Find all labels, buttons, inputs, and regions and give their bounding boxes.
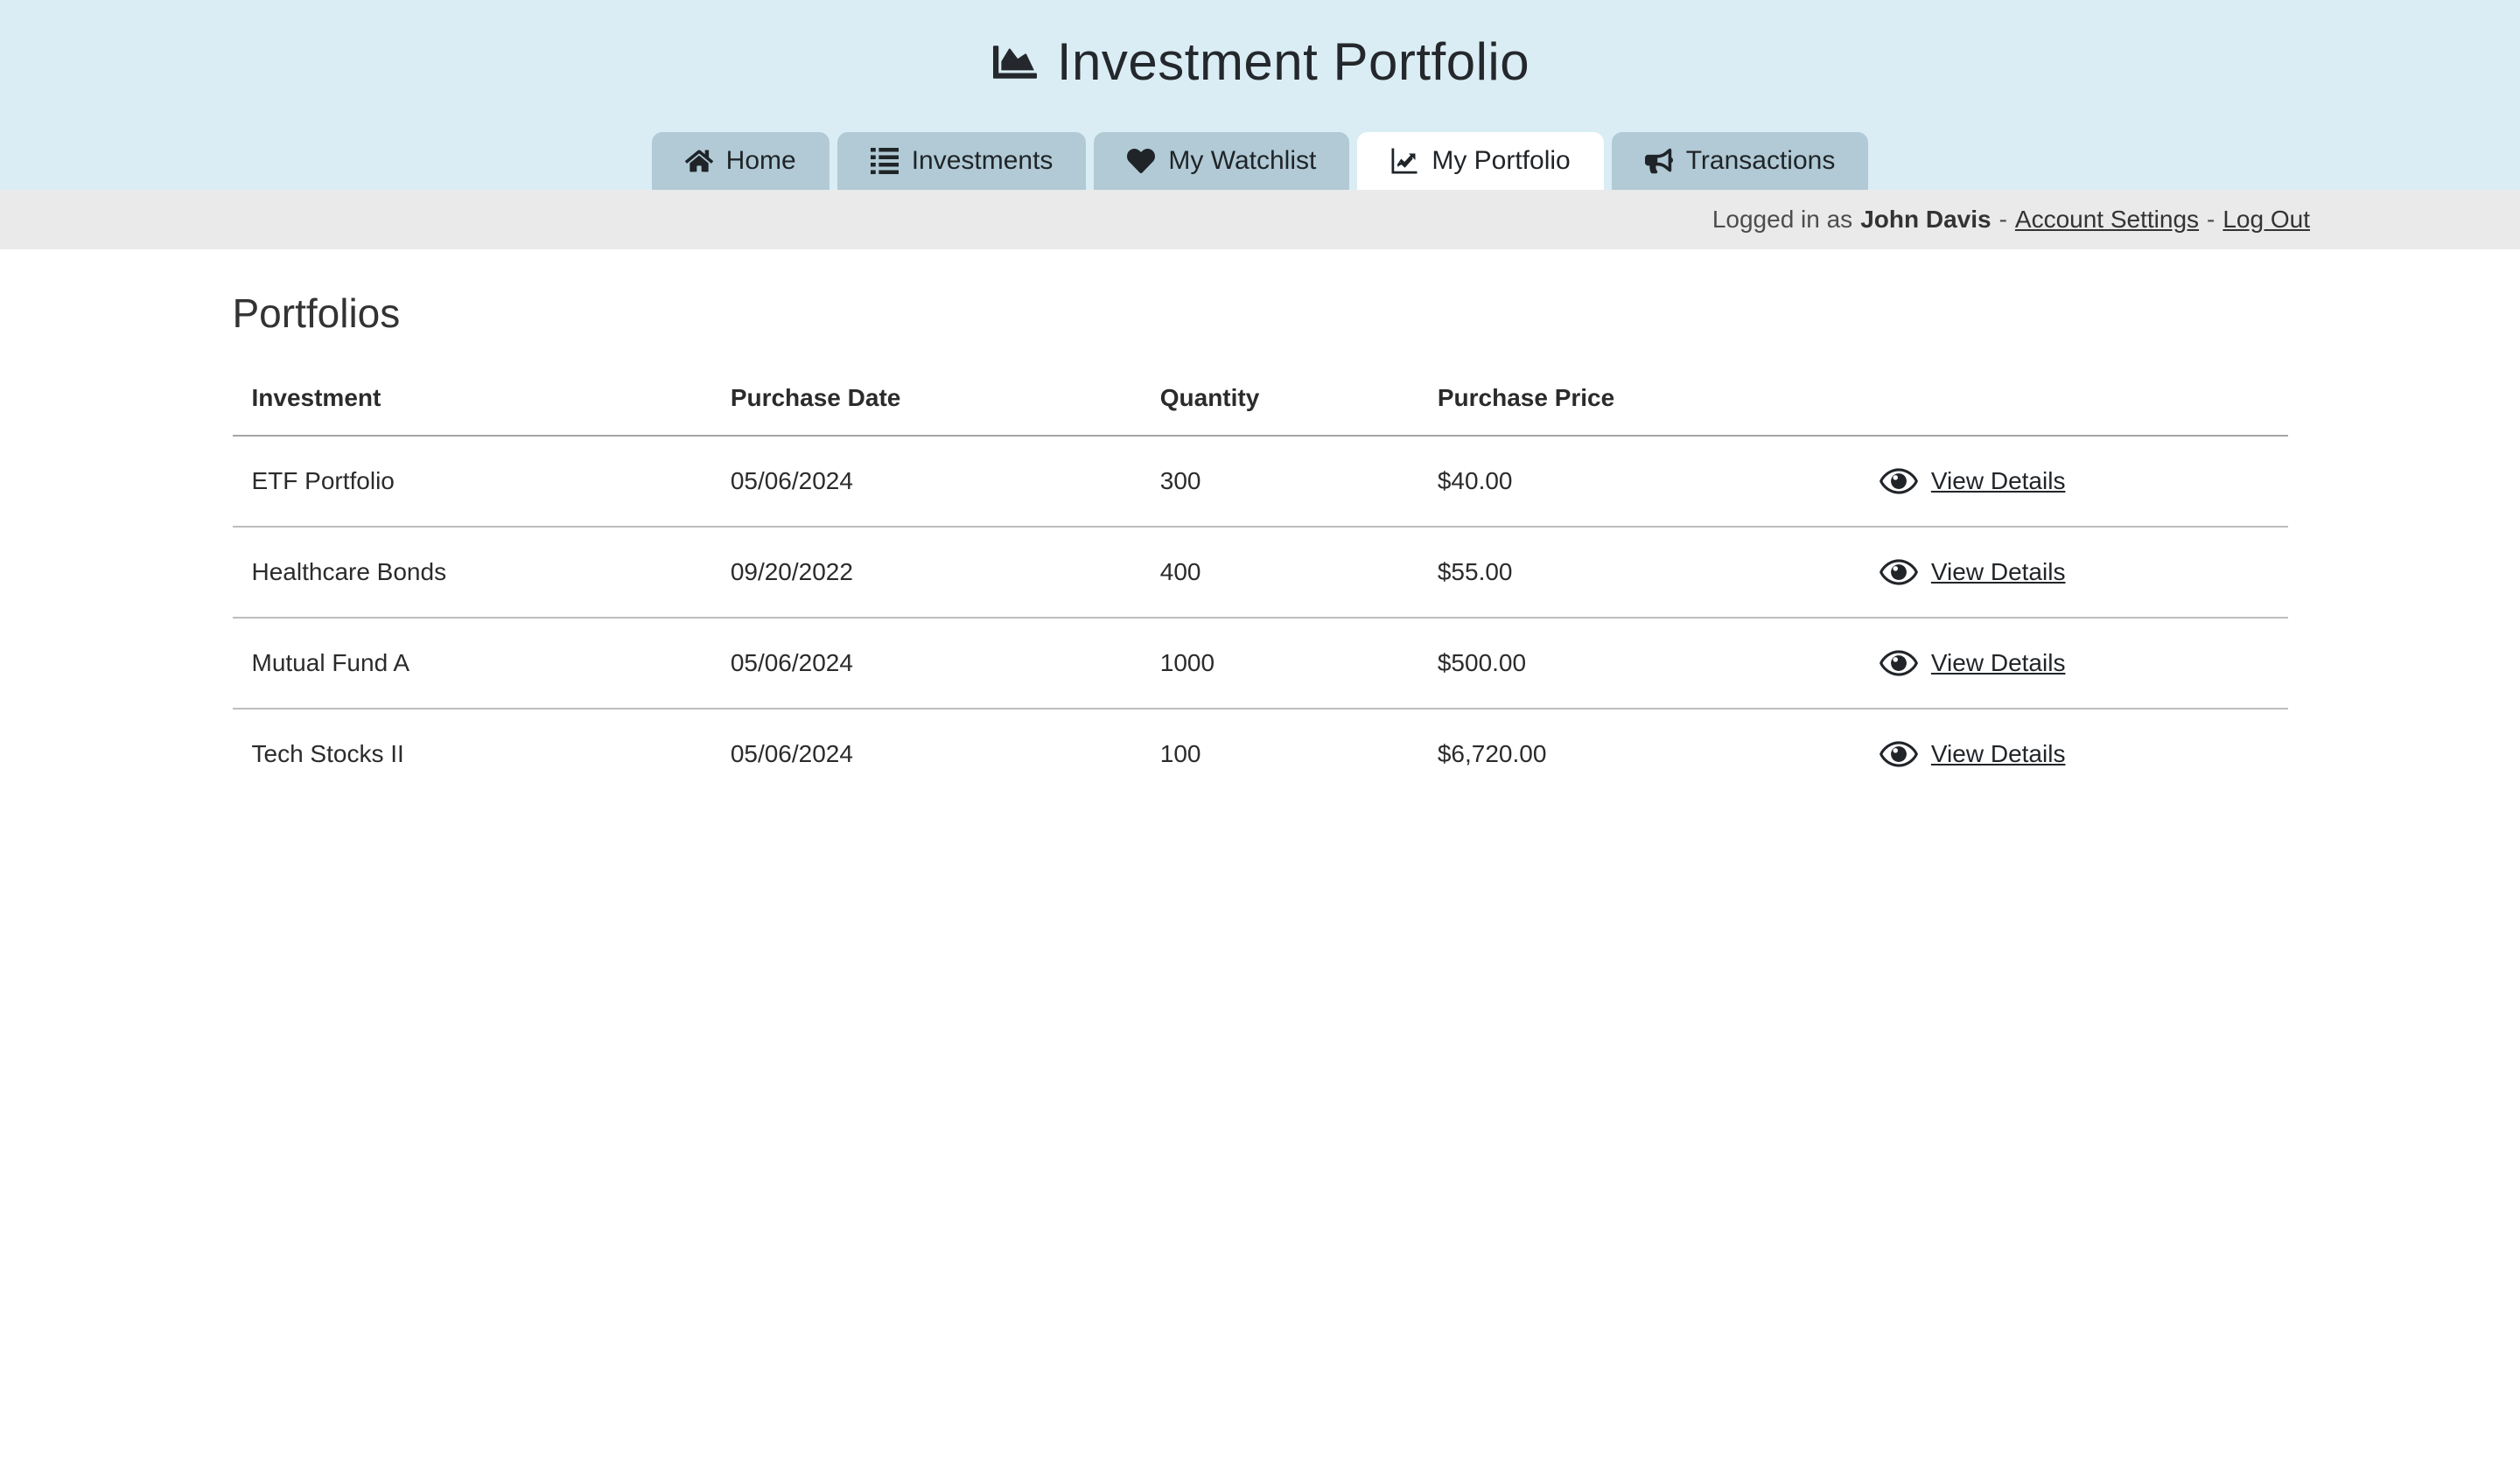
tab-my-watchlist-label: My Watchlist — [1168, 146, 1316, 176]
app-header: Investment Portfolio Home Investments My… — [0, 0, 2520, 190]
tab-my-portfolio-label: My Portfolio — [1432, 146, 1570, 176]
purchase-price-cell: $500.00 — [1418, 618, 1860, 709]
purchase-date-cell: 05/06/2024 — [711, 436, 1141, 527]
purchase-price-cell: $55.00 — [1418, 527, 1860, 618]
purchase-date-cell: 09/20/2022 — [711, 527, 1141, 618]
quantity-cell: 300 — [1141, 436, 1418, 527]
col-header-purchase-date: Purchase Date — [711, 360, 1141, 436]
table-row: Tech Stocks II 05/06/2024 100 $6,720.00 … — [233, 709, 2288, 799]
eye-icon — [1880, 558, 1918, 586]
tab-transactions-label: Transactions — [1686, 146, 1836, 176]
app-title: Investment Portfolio — [1057, 31, 1530, 92]
chart-area-icon — [990, 40, 1040, 84]
tab-my-portfolio[interactable]: My Portfolio — [1357, 132, 1603, 190]
list-icon — [871, 147, 899, 175]
purchase-date-cell: 05/06/2024 — [711, 618, 1141, 709]
app-title-row: Investment Portfolio — [0, 0, 2520, 92]
col-header-purchase-price: Purchase Price — [1418, 360, 1860, 436]
logged-in-prefix: Logged in as — [1712, 206, 1852, 234]
account-settings-link[interactable]: Account Settings — [2015, 206, 2199, 234]
quantity-cell: 1000 — [1141, 618, 1418, 709]
tab-my-watchlist[interactable]: My Watchlist — [1094, 132, 1349, 190]
eye-icon — [1880, 649, 1918, 677]
bullhorn-icon — [1645, 147, 1673, 175]
actions-cell: View Details — [1860, 527, 2288, 618]
quantity-cell: 400 — [1141, 527, 1418, 618]
table-row: ETF Portfolio 05/06/2024 300 $40.00 View… — [233, 436, 2288, 527]
investment-cell: ETF Portfolio — [233, 436, 711, 527]
tab-investments[interactable]: Investments — [837, 132, 1087, 190]
log-out-link[interactable]: Log Out — [2222, 206, 2310, 234]
user-bar: Logged in as John Davis - Account Settin… — [0, 190, 2520, 249]
view-details-link[interactable]: View Details — [1931, 467, 2066, 495]
col-header-investment: Investment — [233, 360, 711, 436]
view-details-link[interactable]: View Details — [1931, 558, 2066, 586]
logged-in-username: John Davis — [1860, 206, 1991, 234]
investment-cell: Tech Stocks II — [233, 709, 711, 799]
home-icon — [685, 147, 713, 175]
tab-home[interactable]: Home — [652, 132, 830, 190]
view-details-link[interactable]: View Details — [1931, 740, 2066, 768]
eye-icon — [1880, 467, 1918, 495]
purchase-price-cell: $6,720.00 — [1418, 709, 1860, 799]
eye-icon — [1880, 740, 1918, 768]
separator: - — [2207, 206, 2215, 234]
actions-cell: View Details — [1860, 436, 2288, 527]
portfolio-table: Investment Purchase Date Quantity Purcha… — [233, 360, 2288, 799]
tab-investments-label: Investments — [912, 146, 1054, 176]
main-nav: Home Investments My Watchlist — [0, 132, 2520, 190]
view-details-link[interactable]: View Details — [1931, 649, 2066, 677]
actions-cell: View Details — [1860, 618, 2288, 709]
investment-cell: Mutual Fund A — [233, 618, 711, 709]
col-header-actions — [1860, 360, 2288, 436]
table-row: Healthcare Bonds 09/20/2022 400 $55.00 V… — [233, 527, 2288, 618]
heart-icon — [1127, 147, 1155, 175]
main-content: Portfolios Investment Purchase Date Quan… — [233, 290, 2288, 799]
chart-line-icon — [1390, 147, 1418, 175]
separator: - — [1999, 206, 2007, 234]
investment-cell: Healthcare Bonds — [233, 527, 711, 618]
quantity-cell: 100 — [1141, 709, 1418, 799]
table-row: Mutual Fund A 05/06/2024 1000 $500.00 Vi… — [233, 618, 2288, 709]
tab-transactions[interactable]: Transactions — [1612, 132, 1869, 190]
tab-home-label: Home — [726, 146, 796, 176]
purchase-price-cell: $40.00 — [1418, 436, 1860, 527]
purchase-date-cell: 05/06/2024 — [711, 709, 1141, 799]
actions-cell: View Details — [1860, 709, 2288, 799]
table-header-row: Investment Purchase Date Quantity Purcha… — [233, 360, 2288, 436]
col-header-quantity: Quantity — [1141, 360, 1418, 436]
page-heading: Portfolios — [233, 290, 2288, 337]
